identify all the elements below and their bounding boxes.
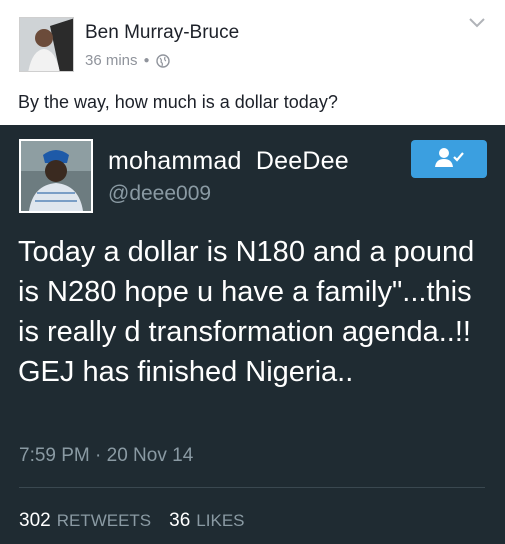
author-name[interactable]: Ben Murray-Bruce (85, 22, 239, 44)
retweets-label[interactable]: RETWEETS (57, 511, 151, 531)
post-text: By the way, how much is a dollar today? (18, 92, 338, 112)
likes-label[interactable]: LIKES (196, 511, 244, 531)
post-meta: 36 mins ● (85, 52, 170, 69)
meta-separator: ● (143, 55, 150, 66)
tweet-timestamp[interactable]: 7:59 PM · 20 Nov 14 (19, 445, 193, 467)
tweet-author-name[interactable]: mohammad DeeDee (108, 147, 349, 176)
follow-user-icon (433, 146, 465, 173)
tweet-stats: 302 RETWEETS 36 LIKES (19, 510, 245, 532)
likes-count[interactable]: 36 (169, 510, 190, 532)
embedded-tweet: mohammad DeeDee @deee009 Today a dollar … (0, 125, 505, 544)
globe-icon (155, 53, 170, 68)
author-avatar[interactable] (19, 17, 74, 72)
chevron-down-icon[interactable] (467, 16, 487, 30)
tweet-text: Today a dollar is N180 and a pound is N2… (18, 236, 475, 388)
tweet-author-handle[interactable]: @deee009 (108, 182, 211, 206)
facebook-post-header: Ben Murray-Bruce 36 mins ● By the way, h… (0, 0, 505, 125)
tweet-avatar[interactable] (19, 139, 93, 213)
follow-button[interactable] (411, 140, 487, 178)
retweets-count[interactable]: 302 (19, 510, 51, 532)
post-time[interactable]: 36 mins (85, 52, 138, 69)
divider (19, 487, 485, 488)
